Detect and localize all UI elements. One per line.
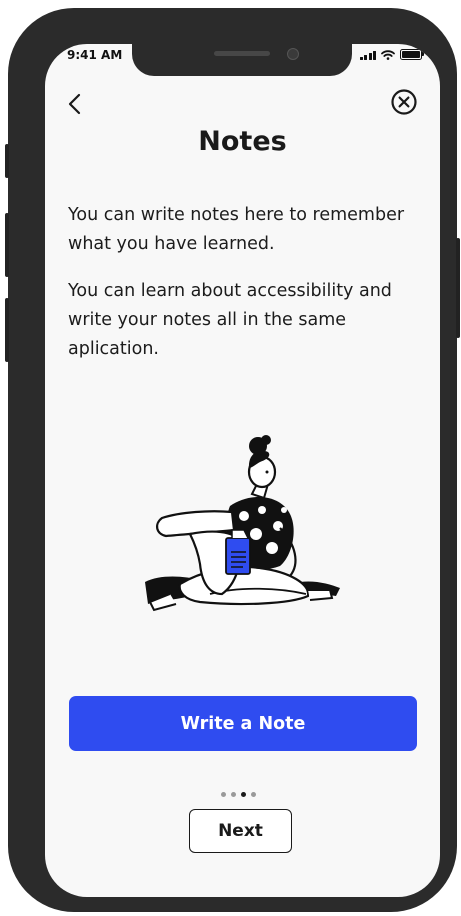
status-icons xyxy=(359,49,424,60)
close-button[interactable] xyxy=(390,88,418,116)
write-note-button[interactable]: Write a Note xyxy=(69,696,417,751)
circle-x-icon xyxy=(391,89,417,115)
back-button[interactable] xyxy=(61,90,89,118)
chevron-left-icon xyxy=(68,93,81,115)
detail-paragraph: You can learn about accessibility and wr… xyxy=(68,281,392,359)
page-dot xyxy=(251,792,256,797)
page-dot xyxy=(221,792,226,797)
power-button xyxy=(456,238,460,338)
intro-paragraph: You can write notes here to remember wha… xyxy=(68,205,405,254)
battery-icon xyxy=(400,49,424,60)
front-camera xyxy=(287,48,299,60)
volume-up-button xyxy=(5,213,9,277)
notch xyxy=(132,44,352,76)
woman-reading-illustration xyxy=(145,435,340,612)
page-dot-active xyxy=(241,792,246,797)
page-dot xyxy=(231,792,236,797)
pagination-dots xyxy=(221,792,256,797)
app-screen: 9:41 AM Notes You can write notes here t… xyxy=(45,44,440,897)
volume-down-button xyxy=(5,298,9,362)
next-button[interactable]: Next xyxy=(189,809,292,853)
page-title: Notes xyxy=(198,126,287,157)
speaker xyxy=(214,51,270,56)
wifi-icon xyxy=(381,50,395,60)
device-frame: 9:41 AM Notes You can write notes here t… xyxy=(5,8,460,912)
status-time: 9:41 AM xyxy=(67,48,123,62)
silent-switch xyxy=(5,144,9,178)
signal-icon xyxy=(359,50,376,60)
